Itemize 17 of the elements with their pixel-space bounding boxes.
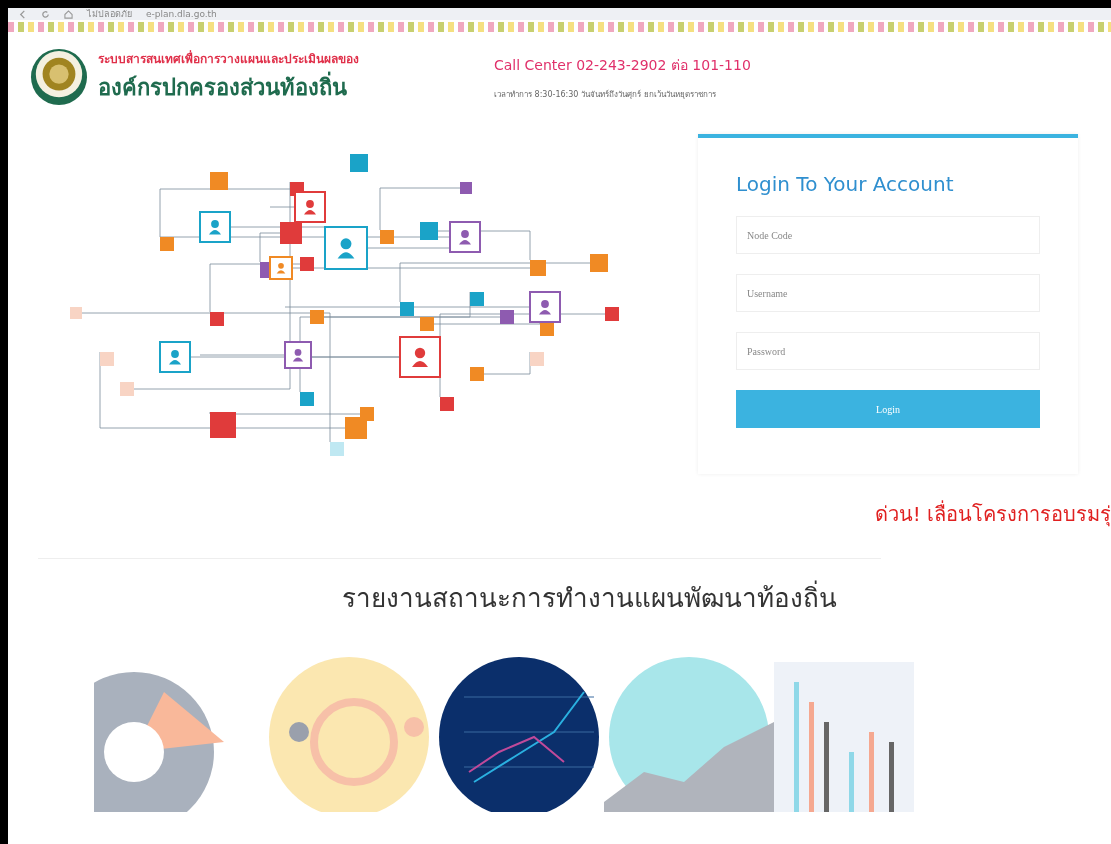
- login-title: Login To Your Account: [736, 172, 955, 196]
- report-section-title: รายงานสถานะการทำงานแผนพัฒนาท้องถิ่น: [68, 577, 1111, 618]
- url-text[interactable]: e-plan.dla.go.th: [146, 9, 217, 19]
- call-center-text: Call Center 02-243-2902 ต่อ 101-110: [494, 55, 751, 75]
- announcement-text: ด่วน! เลื่อนโครงการอบรมรุ่: [874, 499, 1111, 529]
- username-field[interactable]: Username: [736, 274, 1040, 312]
- office-hours-text: เวลาทำการ 8:30-16:30 วันจันทร์ถึงวันศุกร์ ยกเว้นวันหยุดราชการ: [494, 88, 717, 101]
- login-button[interactable]: Login: [736, 390, 1040, 428]
- node-code-field[interactable]: Node Code: [736, 216, 1040, 254]
- organization-title: องค์กรปกครองส่วนท้องถิ่น: [98, 70, 458, 105]
- password-field[interactable]: Password: [736, 332, 1040, 370]
- reload-icon[interactable]: [41, 9, 50, 19]
- back-icon[interactable]: [18, 9, 27, 19]
- security-status[interactable]: ไม่ปลอดภัย: [87, 7, 132, 21]
- emblem-logo-icon: [30, 48, 88, 106]
- home-icon[interactable]: [64, 9, 73, 19]
- system-title: ระบบสารสนเทศเพื่อการวางแผนและประเมินผลของ: [98, 49, 360, 68]
